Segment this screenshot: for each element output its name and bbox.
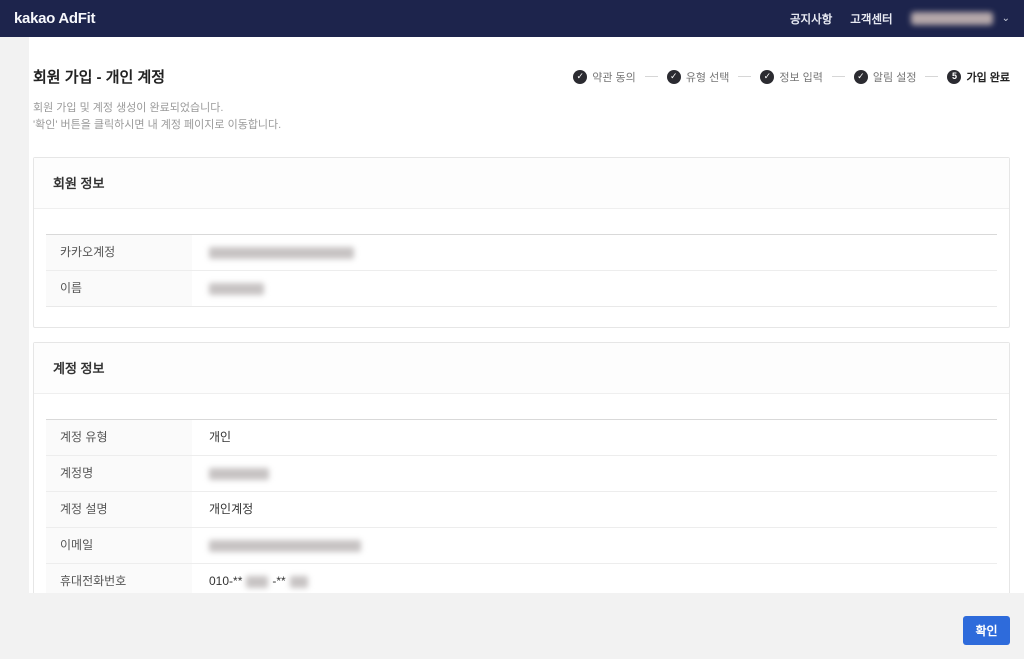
- step-number-badge: 5: [947, 69, 962, 84]
- table-row: 이름: [46, 270, 997, 306]
- step-item: 5 가입 완료: [947, 69, 1010, 85]
- step-label: 유형 선택: [685, 71, 730, 84]
- step-separator: [831, 76, 845, 77]
- value-text: 개인: [209, 430, 232, 444]
- step-label: 알림 설정: [872, 71, 917, 84]
- redacted-value: [246, 575, 269, 588]
- row-value: [192, 235, 997, 270]
- redacted-value: [209, 539, 361, 552]
- page-subtitle-line2: '확인' 버튼을 클릭하시면 내 계정 페이지로 이동합니다.: [33, 119, 282, 131]
- account-info-card: 계정 정보 계정 유형 개인 계정명 계정 설명 개인계정 이메일 휴대전화번호…: [33, 342, 1010, 621]
- card-title: 계정 정보: [34, 343, 1009, 394]
- step-label: 약관 동의: [592, 71, 636, 84]
- redacted-value: [209, 246, 354, 259]
- step-check-icon: ✓: [573, 69, 588, 84]
- chevron-down-icon: ⌄: [1001, 12, 1010, 24]
- row-label: 카카오계정: [46, 235, 192, 270]
- row-value: 개인계정: [192, 492, 997, 527]
- row-value: [192, 271, 997, 306]
- main-content: 회원 가입 - 개인 계정 ✓ 약관 동의 ✓ 유형 선택 ✓ 정보 입력 ✓ …: [29, 37, 1024, 621]
- step-check-icon: ✓: [853, 69, 868, 84]
- row-label: 계정 설명: [46, 492, 192, 527]
- step-item: ✓ 알림 설정: [853, 69, 917, 85]
- footer-bar: 확인: [0, 593, 1024, 659]
- top-navbar: kakao AdFit 공지사항 고객센터 ⌄: [0, 0, 1024, 37]
- step-label: 가입 완료: [966, 71, 1010, 84]
- card-title: 회원 정보: [34, 158, 1009, 209]
- page-header: 회원 가입 - 개인 계정 ✓ 약관 동의 ✓ 유형 선택 ✓ 정보 입력 ✓ …: [33, 66, 1010, 87]
- row-label: 계정명: [46, 456, 192, 491]
- value-text: -**: [272, 574, 286, 588]
- step-separator: [738, 76, 752, 77]
- value-text: 010-**: [209, 574, 243, 588]
- nav-link-notices[interactable]: 공지사항: [790, 11, 832, 27]
- step-check-icon: ✓: [666, 69, 681, 84]
- page-subtitle: 회원 가입 및 계정 생성이 완료되었습니다. '확인' 버튼을 클릭하시면 내…: [33, 100, 1010, 134]
- row-value: [192, 456, 997, 491]
- table-row: 카카오계정: [46, 235, 997, 270]
- row-value: [192, 528, 997, 563]
- page-title: 회원 가입 - 개인 계정: [33, 69, 166, 86]
- redacted-value: [289, 575, 308, 588]
- nav-link-customer-center[interactable]: 고객센터: [850, 11, 892, 27]
- table-row: 계정 유형 개인: [46, 420, 997, 455]
- table-row: 계정명: [46, 455, 997, 491]
- signup-progress-steps: ✓ 약관 동의 ✓ 유형 선택 ✓ 정보 입력 ✓ 알림 설정 5 가입 완료: [573, 69, 1010, 85]
- step-label: 정보 입력: [779, 71, 823, 84]
- confirm-button[interactable]: 확인: [963, 616, 1010, 645]
- account-name-redacted: [910, 12, 993, 25]
- row-value: 개인: [192, 420, 997, 455]
- row-label: 계정 유형: [46, 420, 192, 455]
- redacted-value: [209, 282, 264, 295]
- step-item: ✓ 유형 선택: [666, 69, 730, 85]
- info-table: 카카오계정 이름: [46, 234, 997, 307]
- member-info-card: 회원 정보 카카오계정 이름: [33, 157, 1010, 328]
- info-table: 계정 유형 개인 계정명 계정 설명 개인계정 이메일 휴대전화번호 010-*…: [46, 419, 997, 600]
- step-separator: [644, 76, 658, 77]
- account-menu[interactable]: ⌄: [910, 12, 1010, 25]
- table-row: 이메일: [46, 527, 997, 563]
- row-label: 이메일: [46, 528, 192, 563]
- step-item: ✓ 정보 입력: [760, 69, 823, 85]
- row-label: 이름: [46, 271, 192, 306]
- page-subtitle-line1: 회원 가입 및 계정 생성이 완료되었습니다.: [33, 102, 224, 114]
- value-text: 개인계정: [209, 502, 254, 516]
- app-logo[interactable]: kakao AdFit: [14, 10, 95, 27]
- step-separator: [925, 76, 939, 77]
- redacted-value: [209, 467, 269, 480]
- table-row: 계정 설명 개인계정: [46, 491, 997, 527]
- step-check-icon: ✓: [760, 69, 775, 84]
- navbar-right-group: 공지사항 고객센터 ⌄: [790, 11, 1010, 27]
- info-cards: 회원 정보 카카오계정 이름 계정 정보 계정 유형 개인 계정명 계정 설명 …: [33, 157, 1010, 621]
- step-item: ✓ 약관 동의: [573, 69, 636, 85]
